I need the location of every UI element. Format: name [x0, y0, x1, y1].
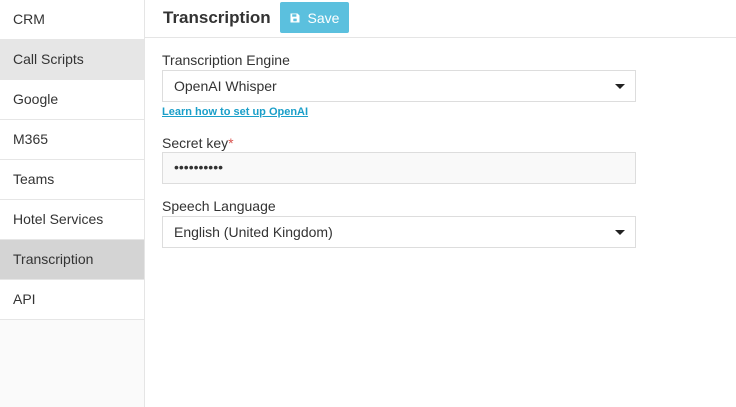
sidebar-item-label: Call Scripts	[13, 51, 84, 67]
sidebar-item-api[interactable]: API	[0, 280, 144, 320]
settings-app: CRM Call Scripts Google M365 Teams Hotel…	[0, 0, 736, 407]
speech-language-select[interactable]: English (United Kingdom)	[162, 216, 636, 248]
sidebar-item-m365[interactable]: M365	[0, 120, 144, 160]
save-button-label: Save	[307, 9, 340, 26]
speech-language-value: English (United Kingdom)	[174, 224, 333, 240]
caret-down-icon	[615, 230, 625, 235]
sidebar-item-teams[interactable]: Teams	[0, 160, 144, 200]
engine-select[interactable]: OpenAI Whisper	[162, 70, 636, 102]
sidebar-item-crm[interactable]: CRM	[0, 0, 144, 40]
sidebar-item-label: Hotel Services	[13, 211, 104, 227]
engine-select-value: OpenAI Whisper	[174, 78, 277, 94]
secret-key-label-text: Secret key	[162, 135, 229, 151]
secret-key-value: ••••••••••	[174, 159, 224, 175]
sidebar-item-label: Google	[13, 91, 59, 107]
sidebar: CRM Call Scripts Google M365 Teams Hotel…	[0, 0, 145, 407]
sidebar-item-call-scripts[interactable]: Call Scripts	[0, 40, 144, 80]
sidebar-item-hotel-services[interactable]: Hotel Services	[0, 200, 144, 240]
required-asterisk: *	[228, 135, 234, 151]
sidebar-item-label: Transcription	[13, 251, 94, 267]
sidebar-item-transcription[interactable]: Transcription	[0, 240, 144, 280]
sidebar-item-label: M365	[13, 131, 49, 147]
page-header: Transcription Save	[145, 0, 736, 38]
sidebar-item-label: API	[13, 291, 36, 307]
secret-key-input[interactable]: ••••••••••	[162, 152, 636, 184]
speech-language-label: Speech Language	[162, 198, 276, 214]
save-button[interactable]: Save	[280, 2, 349, 33]
openai-setup-link[interactable]: Learn how to set up OpenAI	[162, 106, 308, 118]
caret-down-icon	[615, 84, 625, 89]
sidebar-item-google[interactable]: Google	[0, 80, 144, 120]
floppy-disk-icon	[290, 13, 300, 22]
page-title: Transcription	[163, 8, 271, 27]
sidebar-item-label: Teams	[13, 171, 55, 187]
engine-label: Transcription Engine	[162, 52, 290, 68]
sidebar-item-label: CRM	[13, 11, 45, 27]
secret-key-label: Secret key*	[162, 135, 234, 151]
